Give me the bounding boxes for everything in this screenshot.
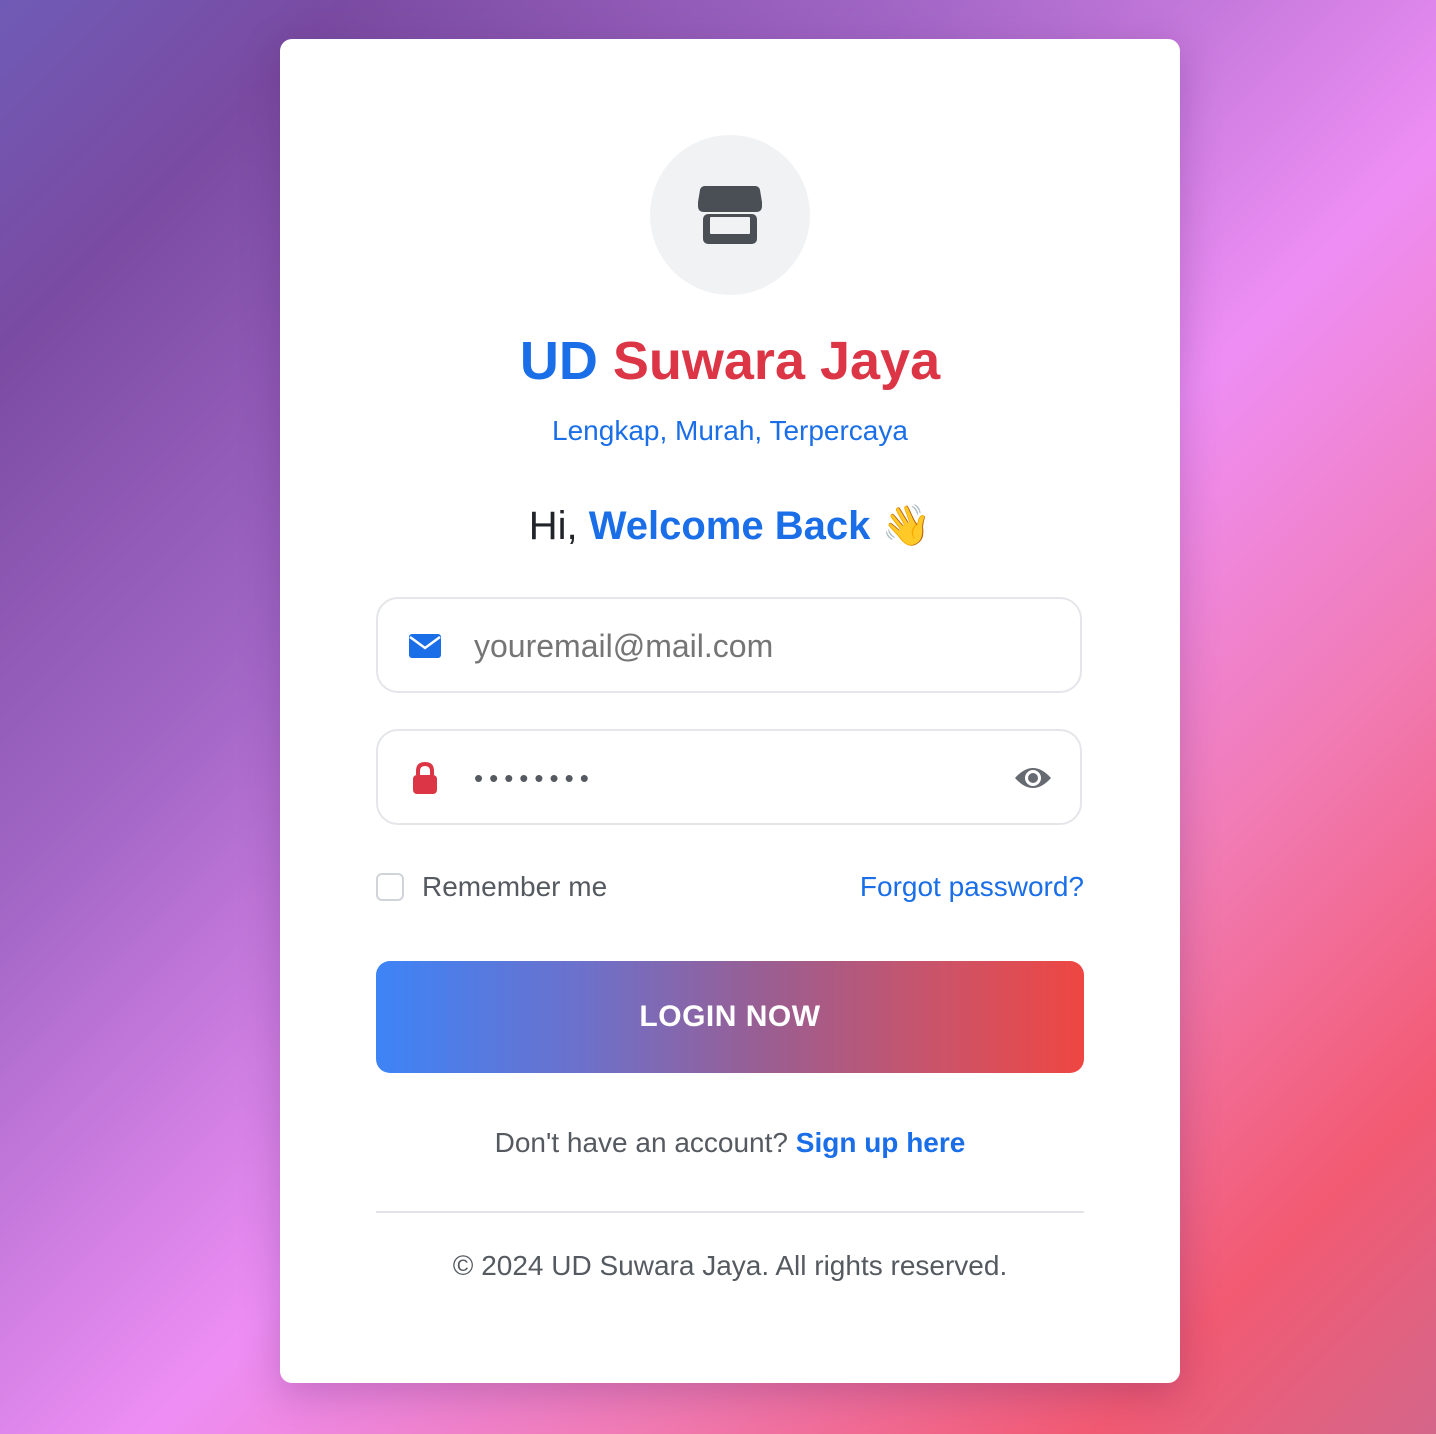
wave-emoji: 👋 [881, 504, 932, 548]
brand-tagline: Lengkap, Murah, Terpercaya [552, 415, 908, 446]
welcome-highlight: Welcome Back [588, 504, 871, 548]
welcome-greeting: Hi, [528, 504, 578, 548]
lock-icon [413, 761, 437, 794]
brand-title: UD Suwara Jaya [280, 329, 1180, 393]
store-icon [698, 186, 762, 244]
remember-checkbox[interactable] [376, 873, 404, 901]
brand-prefix: UD [519, 331, 598, 391]
eye-icon[interactable] [1014, 763, 1052, 793]
footer-copyright: © 2024 UD Suwara Jaya. All rights reserv… [452, 1250, 1008, 1281]
welcome-heading: Hi, Welcome Back 👋 [280, 501, 1180, 551]
email-field[interactable] [376, 597, 1082, 693]
signup-link[interactable]: Sign up here [796, 1127, 966, 1158]
signup-prompt: Don't have an account? Sign up here [280, 1125, 1180, 1161]
brand-name: Suwara Jaya [612, 331, 941, 391]
envelope-icon [409, 634, 441, 658]
logo-badge [650, 135, 810, 295]
email-input[interactable] [474, 617, 994, 675]
remember-label: Remember me [422, 871, 608, 902]
signup-text: Don't have an account? [494, 1127, 788, 1158]
password-input[interactable] [474, 749, 994, 807]
login-card: UD Suwara Jaya Lengkap, Murah, Terpercay… [280, 39, 1180, 1383]
divider [376, 1211, 1084, 1213]
forgot-password-link[interactable]: Forgot password? [860, 869, 1084, 905]
remember-me[interactable]: Remember me [376, 869, 607, 905]
login-button[interactable]: LOGIN NOW [376, 961, 1084, 1073]
password-field[interactable] [376, 729, 1082, 825]
